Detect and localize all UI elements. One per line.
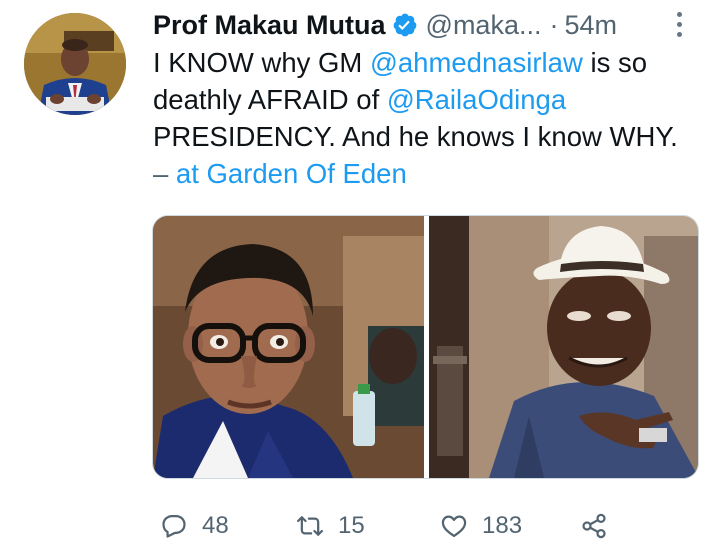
share-button[interactable] xyxy=(580,506,608,546)
tweet-text-part: PRESIDENCY. And he knows I know WHY. xyxy=(153,121,678,152)
meta-separator: · xyxy=(549,9,559,40)
tweet-header: Prof Makau Mutua @maka... · 54m xyxy=(153,7,690,43)
retweet-count: 15 xyxy=(338,512,365,539)
avatar-photo xyxy=(24,13,126,115)
location-link[interactable]: at Garden Of Eden xyxy=(168,158,407,189)
reply-count: 48 xyxy=(202,512,229,539)
media-grid xyxy=(152,215,699,479)
heart-icon xyxy=(441,515,467,538)
action-bar: 48 15 183 xyxy=(0,506,720,546)
mention-link[interactable]: @ahmednasirlaw xyxy=(370,47,583,78)
handle[interactable]: @maka... xyxy=(426,10,542,41)
photo-man-glasses xyxy=(153,216,424,478)
reply-button[interactable]: 48 xyxy=(160,506,229,546)
share-icon xyxy=(582,513,606,539)
tweet-photo-1[interactable] xyxy=(153,216,424,478)
reply-icon xyxy=(162,514,186,538)
verified-badge-icon xyxy=(393,13,416,37)
like-count: 183 xyxy=(482,512,523,539)
like-button[interactable]: 183 xyxy=(440,506,522,546)
tweet-photo-2[interactable] xyxy=(429,216,698,478)
timestamp[interactable]: 54m xyxy=(564,10,617,41)
retweet-button[interactable]: 15 xyxy=(296,506,365,546)
location-dash: – xyxy=(153,158,169,189)
tweet-text-part: I KNOW why GM xyxy=(153,47,370,78)
avatar[interactable] xyxy=(24,13,126,115)
display-name[interactable]: Prof Makau Mutua xyxy=(153,10,386,41)
retweet-icon xyxy=(296,516,324,536)
photo-man-hat xyxy=(429,216,698,478)
more-options-icon[interactable] xyxy=(672,10,686,40)
mention-link[interactable]: @RailaOdinga xyxy=(387,84,566,115)
tweet[interactable]: Prof Makau Mutua @maka... · 54m I KNOW w… xyxy=(0,0,720,549)
tweet-text: I KNOW why GM @ahmednasirlaw is so death… xyxy=(153,44,698,192)
